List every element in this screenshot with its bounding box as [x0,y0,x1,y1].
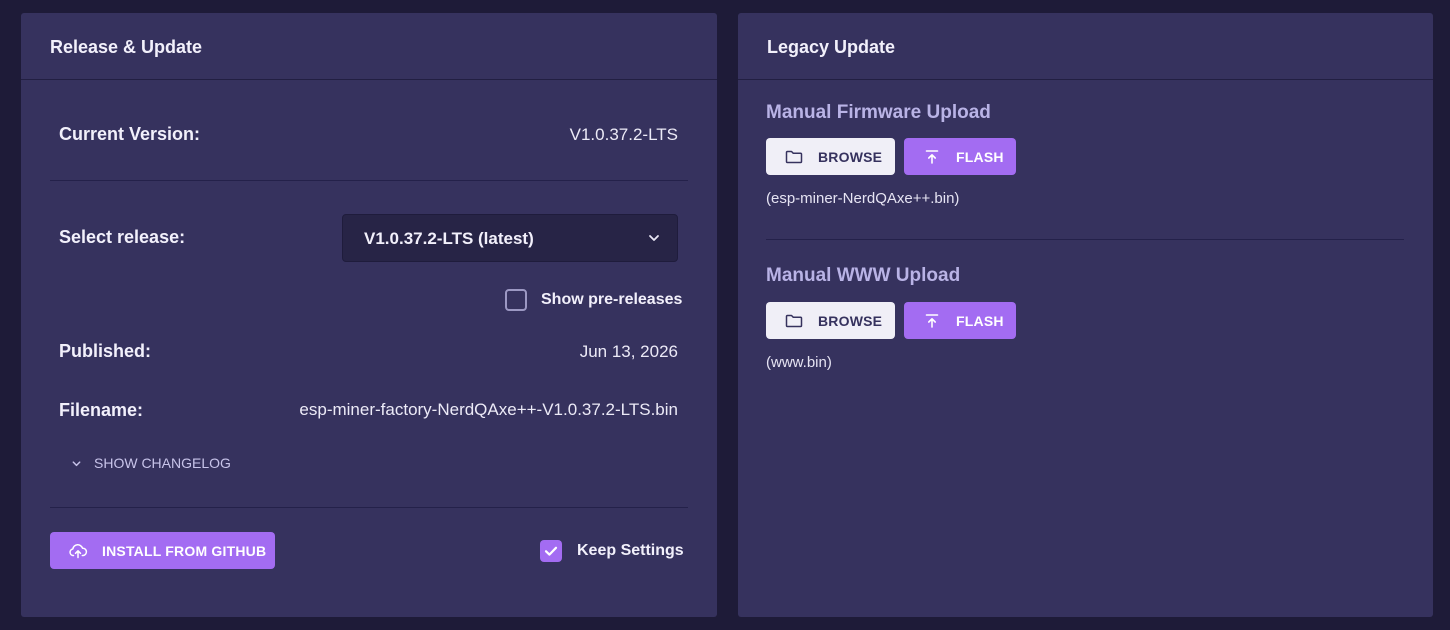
divider [766,239,1404,240]
www-browse-button[interactable]: BROWSE [766,302,895,339]
www-flash-label: FLASH [956,312,1004,329]
show-prereleases-label: Show pre-releases [541,291,683,308]
show-prereleases-checkbox[interactable] [505,289,527,311]
firmware-browse-button[interactable]: BROWSE [766,138,895,175]
firmware-filename-hint: (esp-miner-NerdQAxe++.bin) [766,190,960,207]
firmware-browse-label: BROWSE [818,148,883,165]
show-changelog-toggle[interactable]: SHOW CHANGELOG [71,455,231,471]
upload-icon [925,313,939,328]
firmware-flash-button[interactable]: FLASH [904,138,1016,175]
manual-firmware-upload-title: Manual Firmware Upload [766,102,991,123]
cloud-upload-icon [69,543,88,558]
divider [50,180,688,181]
chevron-down-icon [649,235,659,241]
release-select[interactable]: V1.0.37.2-LTS (latest) [342,214,678,262]
legacy-update-panel: Legacy Update Manual Firmware Upload BRO… [738,13,1433,617]
published-value: Jun 13, 2026 [579,342,678,361]
manual-www-upload-title: Manual WWW Upload [766,265,961,286]
release-update-panel: Release & Update Current Version: V1.0.3… [21,13,717,617]
www-browse-label: BROWSE [818,312,883,329]
keep-settings-label: Keep Settings [577,542,684,559]
select-release-label: Select release: [59,227,186,247]
folder-icon [785,150,803,163]
show-changelog-label: SHOW CHANGELOG [94,455,231,471]
filename-label: Filename: [59,400,144,420]
legacy-update-title: Legacy Update [738,13,1433,80]
published-label: Published: [59,341,152,361]
divider [50,507,688,508]
chevron-down-icon [72,460,81,466]
release-update-title: Release & Update [21,13,717,80]
filename-value: esp-miner-factory-NerdQAxe++-V1.0.37.2-L… [299,400,678,419]
install-from-github-label: INSTALL FROM GITHUB [102,542,267,559]
firmware-flash-label: FLASH [956,148,1004,165]
install-from-github-button[interactable]: INSTALL FROM GITHUB [50,532,275,569]
release-select-value: V1.0.37.2-LTS (latest) [364,229,534,248]
upload-icon [925,149,939,164]
checkmark-icon [544,546,558,556]
www-flash-button[interactable]: FLASH [904,302,1016,339]
www-filename-hint: (www.bin) [766,354,832,371]
current-version-value: V1.0.37.2-LTS [569,125,678,144]
folder-icon [785,314,803,327]
current-version-label: Current Version: [59,124,201,144]
keep-settings-checkbox[interactable] [540,540,562,562]
